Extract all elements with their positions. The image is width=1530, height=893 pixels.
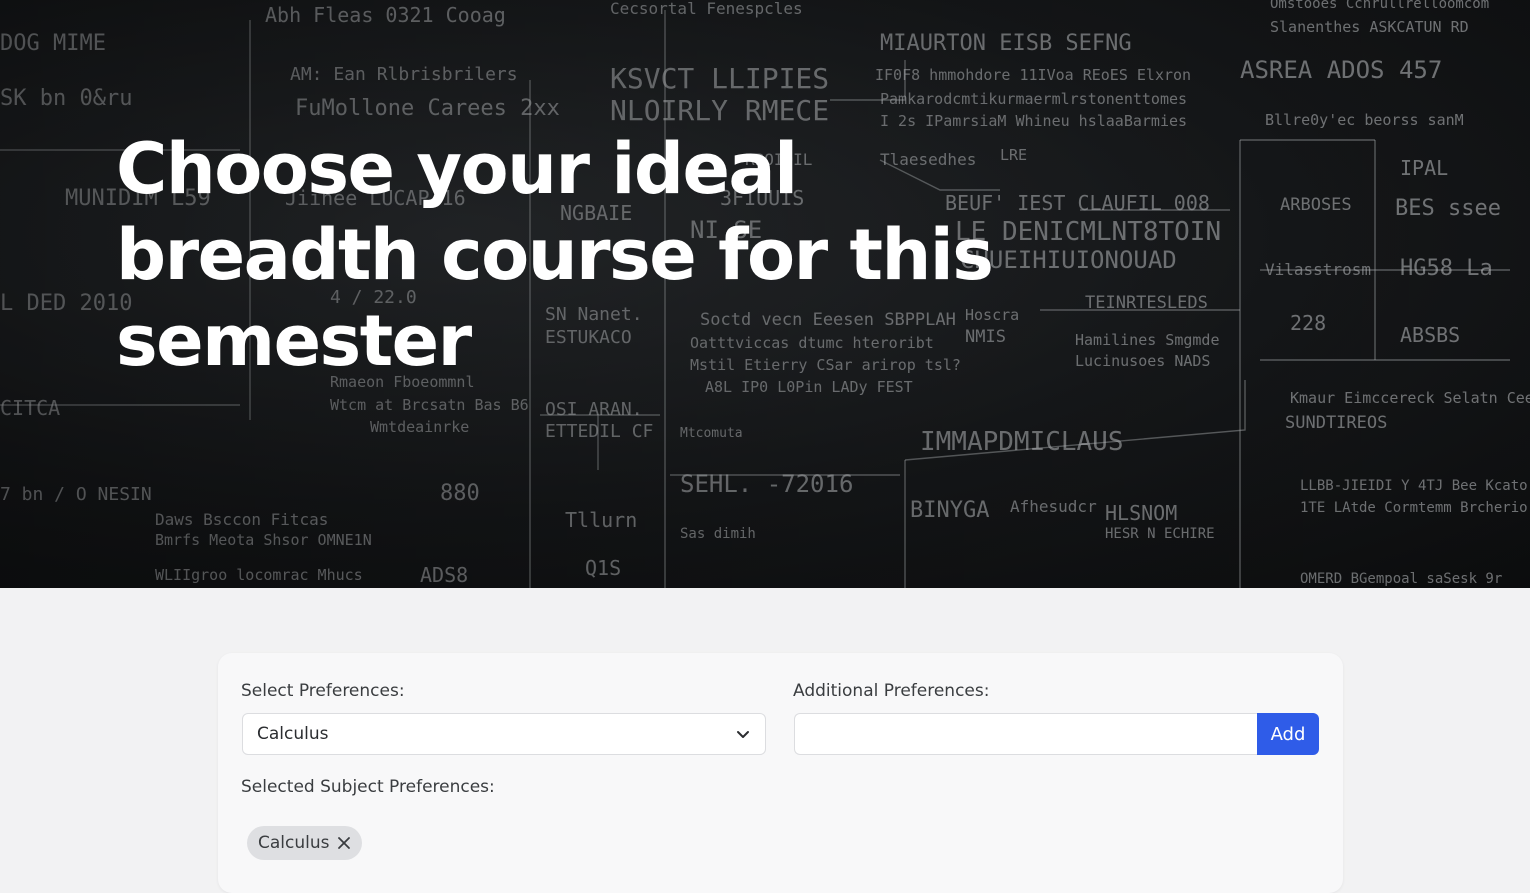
hero-title: Choose your ideal breadth course for thi… (116, 128, 994, 382)
preferences-select-value: Calculus (257, 724, 329, 744)
select-preferences-label: Select Preferences: (241, 681, 405, 701)
preference-chip-label: Calculus (258, 833, 330, 853)
close-icon[interactable] (336, 835, 352, 851)
chevron-down-icon (737, 731, 749, 738)
preferences-select[interactable]: Calculus (242, 713, 766, 755)
add-button[interactable]: Add (1257, 713, 1319, 755)
preference-chip: Calculus (247, 826, 362, 860)
preferences-card: Select Preferences: Calculus Additional … (218, 653, 1343, 893)
selected-preferences-label: Selected Subject Preferences: (241, 777, 495, 797)
additional-preferences-label: Additional Preferences: (793, 681, 990, 701)
hero-banner: DOG MIME SK bn 0&ru MUNIDIM L59 L DED 20… (0, 0, 1530, 588)
additional-preferences-input[interactable] (794, 713, 1258, 755)
